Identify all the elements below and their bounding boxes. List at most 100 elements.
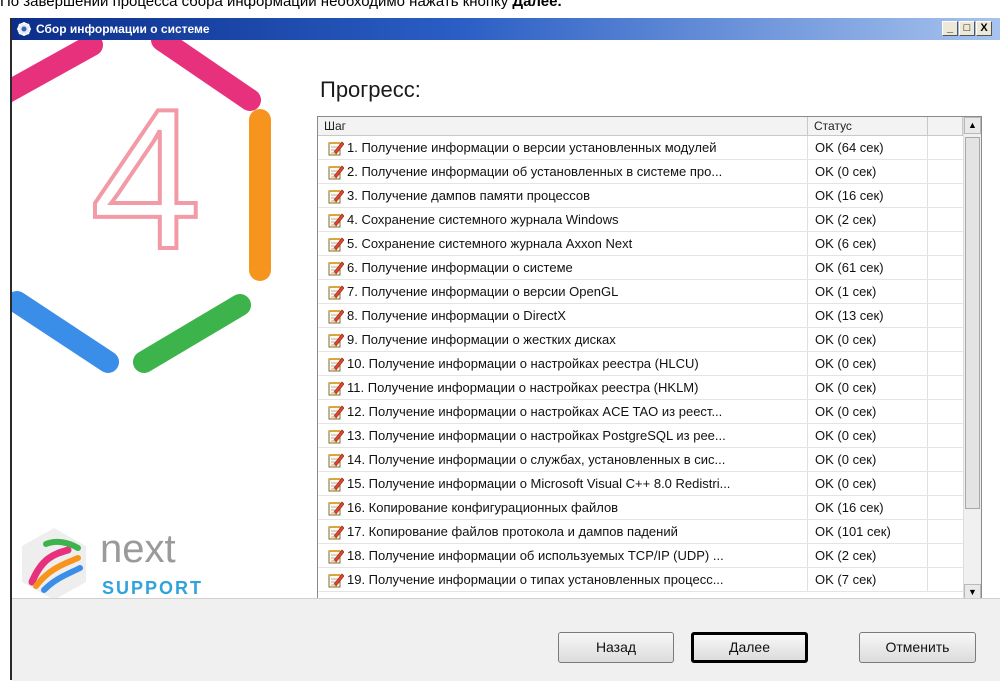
table-row[interactable]: 8. Получение информации о DirectX OK (13 … xyxy=(318,304,963,328)
step-text: 8. Получение информации о DirectX xyxy=(347,308,566,323)
status-cell: OK (7 сек) xyxy=(808,568,928,591)
step-text: 17. Копирование файлов протокола и дампо… xyxy=(347,524,678,539)
table-row[interactable]: 11. Получение информации о настройках ре… xyxy=(318,376,963,400)
table-rows: 1. Получение информации о версии установ… xyxy=(318,136,963,592)
step-text: 11. Получение информации о настройках ре… xyxy=(347,380,699,395)
hex-green-bar xyxy=(133,294,251,373)
step-cell: 15. Получение информации о Microsoft Vis… xyxy=(318,472,808,495)
table-row[interactable]: 9. Получение информации о жестких дисках… xyxy=(318,328,963,352)
step-text: 6. Получение информации о системе xyxy=(347,260,573,275)
table-row[interactable]: 16. Копирование конфигурационных файлов O… xyxy=(318,496,963,520)
brand-logo-graphic: 4 next SUPPORT xyxy=(12,40,271,598)
logo-word-next: next xyxy=(100,527,176,571)
step-text: 12. Получение информации о настройках AC… xyxy=(347,404,723,419)
notepad-pencil-icon xyxy=(328,213,344,228)
step-text: 14. Получение информации о службах, уста… xyxy=(347,452,726,467)
step-cell: 18. Получение информации об используемых… xyxy=(318,544,808,567)
table-row[interactable]: 5. Сохранение системного журнала Axxon N… xyxy=(318,232,963,256)
step-text: 15. Получение информации о Microsoft Vis… xyxy=(347,476,731,491)
notepad-pencil-icon xyxy=(328,357,344,372)
notepad-pencil-icon xyxy=(328,549,344,564)
status-cell: OK (0 сек) xyxy=(808,424,928,447)
step-text: 13. Получение информации о настройках Po… xyxy=(347,428,726,443)
header-step[interactable]: Шаг xyxy=(318,117,808,135)
vertical-scrollbar[interactable]: ▲ ▼ xyxy=(963,117,981,601)
status-cell: OK (0 сек) xyxy=(808,376,928,399)
status-cell: OK (0 сек) xyxy=(808,448,928,471)
status-cell: OK (0 сек) xyxy=(808,400,928,423)
notepad-pencil-icon xyxy=(328,237,344,252)
step-text: 3. Получение дампов памяти процессов xyxy=(347,188,591,203)
table-header: Шаг Статус xyxy=(318,117,963,136)
header-status[interactable]: Статус xyxy=(808,117,928,135)
status-cell: OK (0 сек) xyxy=(808,472,928,495)
table-row[interactable]: 15. Получение информации о Microsoft Vis… xyxy=(318,472,963,496)
table-row[interactable]: 14. Получение информации о службах, уста… xyxy=(318,448,963,472)
table-row[interactable]: 6. Получение информации о системе OK (61 … xyxy=(318,256,963,280)
step-text: 5. Сохранение системного журнала Axxon N… xyxy=(347,236,633,251)
next-support-logo: next SUPPORT xyxy=(22,527,203,598)
window-title: Сбор информации о системе xyxy=(36,22,210,36)
status-cell: OK (1 сек) xyxy=(808,280,928,303)
step-cell: 13. Получение информации о настройках Po… xyxy=(318,424,808,447)
button-bar: Назад Далее Отменить xyxy=(12,598,1000,681)
step-cell: 17. Копирование файлов протокола и дампо… xyxy=(318,520,808,543)
step-cell: 11. Получение информации о настройках ре… xyxy=(318,376,808,399)
table-row[interactable]: 18. Получение информации об используемых… xyxy=(318,544,963,568)
step-text: 7. Получение информации о версии OpenGL xyxy=(347,284,619,299)
status-cell: OK (0 сек) xyxy=(808,328,928,351)
progress-heading: Прогресс: xyxy=(320,77,421,102)
step-text: 10. Получение информации о настройках ре… xyxy=(347,356,699,371)
step-cell: 2. Получение информации об установленных… xyxy=(318,160,808,183)
notepad-pencil-icon xyxy=(328,573,344,588)
notepad-pencil-icon xyxy=(328,429,344,444)
step-cell: 16. Копирование конфигурационных файлов xyxy=(318,496,808,519)
table-row[interactable]: 12. Получение информации о настройках AC… xyxy=(318,400,963,424)
cancel-button[interactable]: Отменить xyxy=(859,632,976,663)
step-text: 1. Получение информации о версии установ… xyxy=(347,140,717,155)
table-row[interactable]: 7. Получение информации о версии OpenGL O… xyxy=(318,280,963,304)
table-row[interactable]: 4. Сохранение системного журнала Windows… xyxy=(318,208,963,232)
step-cell: 19. Получение информации о типах установ… xyxy=(318,568,808,591)
step-text: 2. Получение информации об установленных… xyxy=(347,164,723,179)
big-number-four: 4 xyxy=(90,68,201,291)
notepad-pencil-icon xyxy=(328,189,344,204)
notepad-pencil-icon xyxy=(328,261,344,276)
notepad-pencil-icon xyxy=(328,501,344,516)
scroll-up-button[interactable]: ▲ xyxy=(964,117,981,134)
side-panel: 4 next SUPPORT xyxy=(12,40,288,598)
status-cell: OK (61 сек) xyxy=(808,256,928,279)
notepad-pencil-icon xyxy=(328,453,344,468)
maximize-button[interactable]: □ xyxy=(959,21,975,36)
logo-word-support: SUPPORT xyxy=(102,578,203,598)
step-text: 19. Получение информации о типах установ… xyxy=(347,572,724,587)
table-row[interactable]: 10. Получение информации о настройках ре… xyxy=(318,352,963,376)
notepad-pencil-icon xyxy=(328,405,344,420)
table-row[interactable]: 3. Получение дампов памяти процессов OK (… xyxy=(318,184,963,208)
table-row[interactable]: 13. Получение информации о настройках Po… xyxy=(318,424,963,448)
main-content: Прогресс: Шаг Статус 1. Получение информ… xyxy=(288,40,1000,602)
notepad-pencil-icon xyxy=(328,309,344,324)
scroll-thumb[interactable] xyxy=(965,137,980,509)
instruction-caption: По завершении процесса сбора информации … xyxy=(0,0,1000,10)
instruction-bold: Далее. xyxy=(512,0,562,10)
status-cell: OK (2 сек) xyxy=(808,208,928,231)
close-button[interactable]: X xyxy=(976,21,992,36)
back-button[interactable]: Назад xyxy=(558,632,674,663)
status-cell: OK (0 сек) xyxy=(808,160,928,183)
hex-blue-bar xyxy=(12,291,119,373)
table-row[interactable]: 17. Копирование файлов протокола и дампо… xyxy=(318,520,963,544)
next-button[interactable]: Далее xyxy=(691,632,808,663)
step-cell: 12. Получение информации о настройках AC… xyxy=(318,400,808,423)
table-row[interactable]: 1. Получение информации о версии установ… xyxy=(318,136,963,160)
title-bar: Сбор информации о системе _ □ X xyxy=(12,18,1000,40)
table-row[interactable]: 19. Получение информации о типах установ… xyxy=(318,568,963,592)
step-cell: 5. Сохранение системного журнала Axxon N… xyxy=(318,232,808,255)
step-text: 9. Получение информации о жестких дисках xyxy=(347,332,616,347)
step-cell: 9. Получение информации о жестких дисках xyxy=(318,328,808,351)
minimize-button[interactable]: _ xyxy=(942,21,958,36)
table-row[interactable]: 2. Получение информации об установленных… xyxy=(318,160,963,184)
notepad-pencil-icon xyxy=(328,141,344,156)
progress-table[interactable]: Шаг Статус 1. Получение информации о вер… xyxy=(317,116,982,602)
status-cell: OK (16 сек) xyxy=(808,184,928,207)
